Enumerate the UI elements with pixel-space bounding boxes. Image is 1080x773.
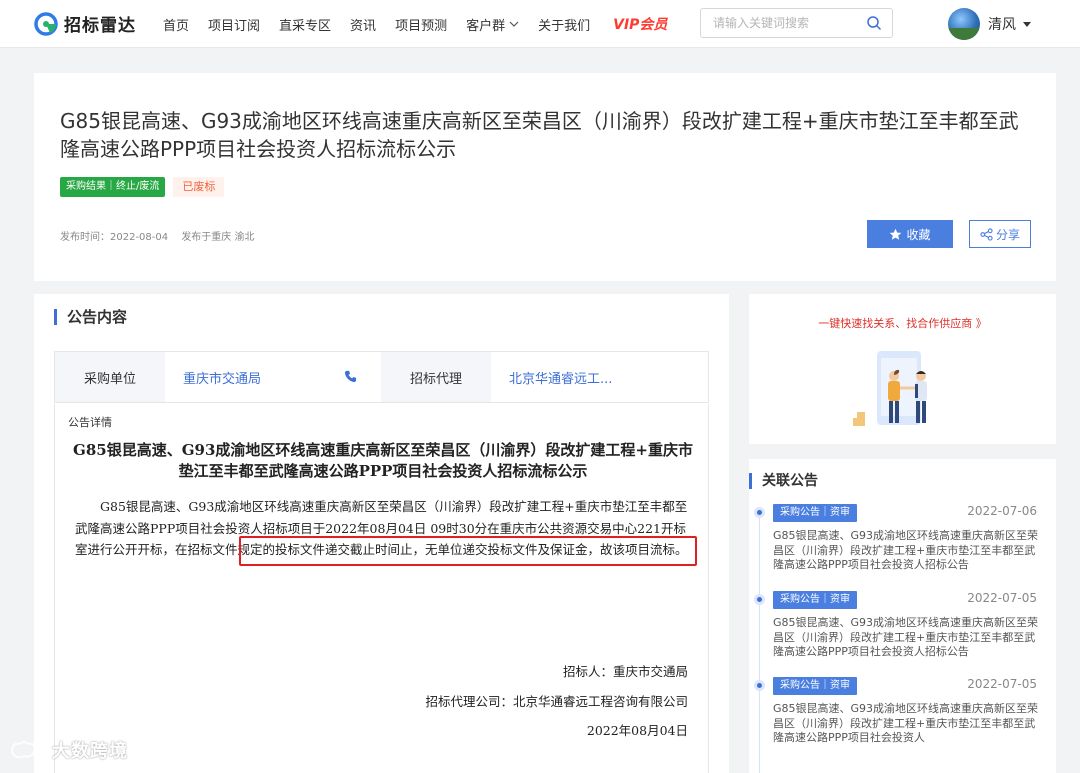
nav-home[interactable]: 首页 (163, 15, 189, 34)
supplier-ad-card: 一键快速找关系、找合作供应商 》 (749, 294, 1056, 444)
nav-news[interactable]: 资讯 (350, 15, 376, 34)
find-supplier-link[interactable]: 一键快速找关系、找合作供应商 》 (749, 315, 1056, 331)
document-title: G85银昆高速、G93成渝地区环线高速重庆高新区至荣昌区（川渝界）段改扩建工程+… (73, 441, 693, 480)
buyer-name: 重庆市交通局 (183, 371, 262, 387)
related-text: G85银昆高速、G93成渝地区环线高速重庆高新区至荣昌区（川渝界）段改扩建工程+… (773, 702, 1039, 744)
status-badge: 已废标 (173, 177, 225, 197)
signature-date: 2022年08月04日 (586, 723, 688, 738)
agent-signature: 招标代理公司：北京华通睿远工程咨询有限公司 (425, 694, 688, 709)
nav-customer-group[interactable]: 客户群 (466, 15, 519, 34)
notice-header-card: G85银昆高速、G93成渝地区环线高速重庆高新区至荣昌区（川渝界）段改扩建工程+… (34, 73, 1056, 281)
timeline-dot (754, 507, 765, 518)
caret-down-icon (1023, 22, 1031, 27)
avatar (948, 8, 980, 40)
logo-text: 招标雷达 (64, 16, 136, 36)
top-nav-bar: 招标雷达 首页 项目订阅 直采专区 资讯 项目预测 客户群 关于我们 VIP会员… (0, 0, 1080, 48)
detail-label: 公告详情 (68, 416, 112, 429)
chevron-down-icon (509, 21, 519, 27)
nav-forecast[interactable]: 项目预测 (395, 15, 447, 34)
buyer-label: 采购单位 (55, 352, 165, 402)
related-text: G85银昆高速、G93成渝地区环线高速重庆高新区至荣昌区（川渝界）段改扩建工程+… (773, 529, 1039, 571)
related-tag: 采购公告｜资审 (773, 591, 857, 609)
publish-region: 发布于重庆 渝北 (181, 232, 255, 243)
related-title: 关联公告 (749, 473, 818, 489)
agent-label: 招标代理 (381, 352, 491, 402)
share-label: 分享 (995, 227, 1020, 242)
publish-time: 发布时间：2022-08-04 (60, 232, 169, 243)
related-text: G85银昆高速、G93成渝地区环线高速重庆高新区至荣昌区（川渝界）段改扩建工程+… (773, 616, 1039, 658)
favorite-label: 收藏 (906, 227, 931, 242)
watermark: 大数跨境 (8, 737, 128, 763)
related-tag: 采购公告｜资审 (773, 677, 857, 695)
share-icon (980, 227, 993, 241)
phone-icon[interactable] (344, 370, 357, 383)
timeline-dot (754, 680, 765, 691)
nav-direct-purchase[interactable]: 直采专区 (279, 15, 331, 34)
star-icon (890, 228, 902, 240)
business-people-illustration (853, 351, 927, 426)
main-nav: 首页 项目订阅 直采专区 资讯 项目预测 客户群 关于我们 VIP会员 (163, 0, 667, 48)
section-title: 公告内容 (54, 309, 127, 325)
watermark-logo-icon (10, 741, 48, 759)
page-title: G85银昆高速、G93成渝地区环线高速重庆高新区至荣昌区（川渝界）段改扩建工程+… (60, 109, 1019, 161)
notice-content-card: 公告内容 采购单位 重庆市交通局 招标代理 北京华通睿远工... 公告详情 G8… (34, 294, 729, 773)
search-icon[interactable] (866, 15, 882, 31)
notice-tags: 采购结果｜终止/废流 已废标 (60, 177, 225, 197)
vip-link[interactable]: VIP会员 (613, 14, 667, 34)
related-date: 2022-07-05 (967, 591, 1037, 605)
search-box (700, 8, 893, 38)
search-input[interactable] (701, 9, 851, 37)
related-date: 2022-07-05 (967, 677, 1037, 691)
timeline-dot (754, 594, 765, 605)
nav-subscription[interactable]: 项目订阅 (208, 15, 260, 34)
notice-type-badge: 采购结果｜终止/废流 (60, 177, 166, 197)
buyer-value[interactable]: 重庆市交通局 (165, 352, 381, 402)
tenderer-signature: 招标人：重庆市交通局 (562, 664, 688, 679)
related-tag: 采购公告｜资审 (773, 504, 857, 522)
logo-icon (34, 11, 58, 36)
notice-detail: 公告详情 G85银昆高速、G93成渝地区环线高速重庆高新区至荣昌区（川渝界）段改… (54, 404, 709, 773)
timeline-line (759, 511, 760, 773)
publish-info: 发布时间：2022-08-04 发布于重庆 渝北 (60, 228, 255, 243)
user-menu[interactable]: 清风 (948, 8, 1032, 40)
watermark-text: 大数跨境 (52, 741, 128, 762)
share-button[interactable]: 分享 (969, 220, 1031, 248)
nav-customer-group-label: 客户群 (466, 18, 506, 34)
related-date: 2022-07-06 (967, 504, 1037, 518)
user-name: 清风 (988, 17, 1016, 33)
info-table: 采购单位 重庆市交通局 招标代理 北京华通睿远工... (54, 351, 709, 403)
related-notices-card: 关联公告 采购公告｜资审 2022-07-06 G85银昆高速、G93成渝地区环… (749, 459, 1056, 773)
agent-value[interactable]: 北京华通睿远工... (491, 352, 708, 402)
nav-about[interactable]: 关于我们 (538, 15, 590, 34)
logo[interactable]: 招标雷达 (34, 11, 136, 36)
highlight-annotation (239, 536, 697, 566)
favorite-button[interactable]: 收藏 (867, 220, 953, 248)
